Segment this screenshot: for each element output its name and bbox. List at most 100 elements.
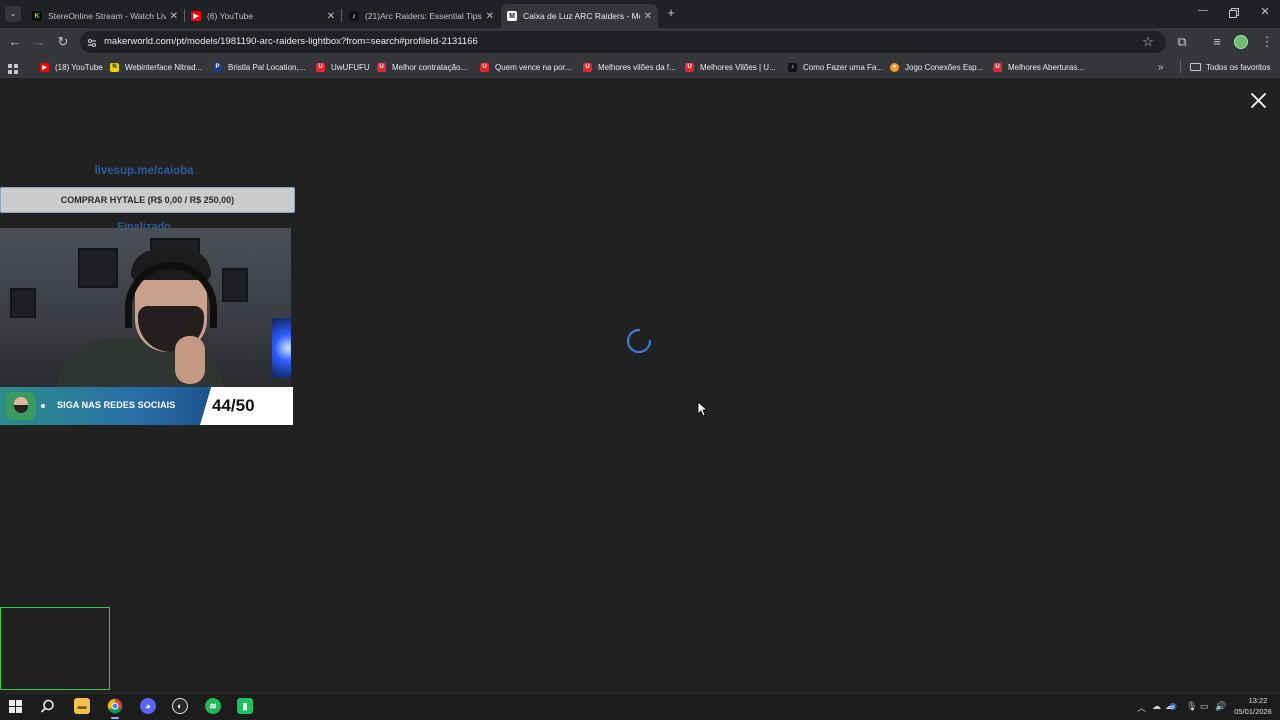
- loading-spinner-icon: [626, 328, 652, 354]
- uwufufu-icon: U: [480, 62, 489, 72]
- bookmark-item[interactable]: U Melhor contratação...: [377, 61, 467, 73]
- uwufufu-icon: U: [583, 62, 592, 72]
- bookmark-item[interactable]: ▶ (18) YouTube: [40, 61, 103, 73]
- chevron-double-right-icon: »: [1158, 61, 1164, 73]
- bookmark-star-button[interactable]: ☆: [1140, 34, 1156, 50]
- close-tab-icon[interactable]: ✕: [327, 11, 335, 22]
- bookmark-label: Melhores Aberturas...: [1008, 62, 1085, 72]
- close-tab-icon[interactable]: ✕: [170, 11, 178, 22]
- uwufufu-icon: U: [316, 62, 325, 72]
- bookmark-label: Bristla Pal Location,...: [228, 62, 306, 72]
- close-window-button[interactable]: ✕: [1258, 5, 1272, 19]
- arrow-right-icon: →: [32, 34, 46, 49]
- webcam-hand: [175, 336, 205, 384]
- overlay-frame: [0, 607, 110, 690]
- url-text[interactable]: makerworld.com/pt/models/1981190-arc-rai…: [104, 36, 478, 47]
- star-icon: ☆: [1142, 34, 1154, 49]
- bookmark-item[interactable]: U Melhores Vilões | U...: [685, 61, 776, 73]
- active-app-indicator: [111, 717, 119, 719]
- search-button[interactable]: [40, 699, 55, 714]
- webcam-shelf: [222, 268, 248, 302]
- bookmark-item[interactable]: U Melhores vilões da f...: [583, 61, 676, 73]
- youtube-icon: ▶: [40, 62, 49, 72]
- tiktok-icon: ♪: [788, 62, 797, 72]
- bookmark-label: Jogo Conexões Esp...: [905, 62, 984, 72]
- close-tab-icon[interactable]: ✕: [644, 11, 652, 22]
- tab-title: (6) YouTube: [207, 11, 253, 21]
- youtube-icon: ▶: [191, 11, 201, 21]
- webcam-shelf: [78, 248, 118, 288]
- comprar-hytale-goal-bar: COMPRAR HYTALE (R$ 0,00 / R$ 250,00): [0, 187, 295, 213]
- reload-button[interactable]: ↻: [55, 34, 71, 50]
- tab-search-button[interactable]: ⌄: [5, 6, 21, 22]
- spotify-taskbar-icon[interactable]: ≋: [205, 698, 221, 714]
- webcam-blue-light: [272, 318, 291, 378]
- search-icon: [40, 699, 54, 713]
- show-hidden-icons-button[interactable]: ︿: [1137, 701, 1146, 714]
- makerworld-icon: M: [507, 11, 517, 21]
- volume-tray-icon[interactable]: 🔊: [1215, 701, 1226, 712]
- sub-counter: 44/50: [212, 396, 255, 415]
- tab-stereonline[interactable]: K StereOnline Stream - Watch Live ✕: [26, 4, 184, 28]
- bookmark-label: UwUFUFU: [331, 62, 370, 72]
- p-icon: P: [213, 62, 222, 72]
- bookmark-item[interactable]: ● Jogo Conexões Esp...: [890, 61, 983, 73]
- bookmark-item[interactable]: P Bristla Pal Location,...: [213, 61, 305, 73]
- tab-youtube[interactable]: ▶ (6) YouTube ✕: [185, 4, 341, 28]
- bookmark-item[interactable]: U Quem vence na por...: [480, 61, 572, 73]
- bookmark-item[interactable]: ♪ Como Fazer uma Fa...: [788, 61, 883, 73]
- bookmark-item[interactable]: U Melhores Aberturas...: [993, 61, 1084, 73]
- uwufufu-icon: U: [377, 62, 386, 72]
- bookmark-label: Webinterface Nitrad...: [125, 62, 203, 72]
- discord-taskbar-icon[interactable]: ◕: [140, 698, 156, 714]
- tab-title: Caixa de Luz ARC Raiders - Mo: [523, 11, 640, 21]
- bullet-dot-icon: [41, 404, 45, 408]
- media-controls-button[interactable]: ≡: [1209, 34, 1225, 50]
- puzzle-icon: ⧉: [1177, 34, 1187, 49]
- close-icon: ✕: [1260, 6, 1270, 18]
- mouse-cursor-icon: [697, 401, 707, 417]
- restore-icon: [1229, 8, 1239, 18]
- bookmark-item[interactable]: U UwUFUFU: [316, 61, 370, 73]
- more-bookmarks-button[interactable]: »: [1158, 61, 1164, 73]
- forward-button[interactable]: →: [31, 34, 47, 50]
- onedrive-tray-icon[interactable]: ☁: [1152, 701, 1161, 712]
- webcam-feed: [0, 228, 291, 388]
- playlist-icon: ≡: [1213, 34, 1221, 49]
- tab-makerworld[interactable]: M Caixa de Luz ARC Raiders - Mo ✕: [501, 4, 658, 28]
- bookmark-label: Quem vence na por...: [495, 62, 572, 72]
- social-banner-text: SIGA NAS REDES SOCIAIS: [57, 400, 176, 410]
- social-banner: SIGA NAS REDES SOCIAIS 44/50: [0, 387, 293, 425]
- restore-button[interactable]: [1228, 6, 1240, 18]
- green-app-taskbar-icon[interactable]: ▮: [237, 698, 253, 714]
- livesup-link-text: livesup.me/caioba: [94, 165, 194, 177]
- clock-date[interactable]: 05/01/2026: [1230, 707, 1276, 716]
- microphone-tray-icon[interactable]: 🎙: [1186, 701, 1197, 712]
- all-bookmarks-button[interactable]: Todos os favoritos: [1190, 61, 1270, 73]
- minimize-button[interactable]: —: [1196, 5, 1210, 19]
- start-button[interactable]: [9, 700, 22, 713]
- chevron-down-icon: ⌄: [9, 9, 17, 18]
- bookmark-item[interactable]: N Webinterface Nitrad...: [110, 61, 202, 73]
- close-lightbox-button[interactable]: [1249, 91, 1268, 110]
- apps-icon[interactable]: [8, 61, 18, 74]
- file-explorer-taskbar-icon[interactable]: ▬: [74, 698, 90, 714]
- clock-time[interactable]: 13:22: [1240, 696, 1276, 705]
- chrome-taskbar-icon[interactable]: [107, 698, 123, 714]
- back-button[interactable]: ←: [7, 34, 23, 50]
- uwufufu-icon: U: [685, 62, 694, 72]
- extensions-button[interactable]: ⧉: [1174, 34, 1190, 50]
- bookmark-label: Melhores vilões da f...: [598, 62, 676, 72]
- network-tray-icon[interactable]: ▭: [1200, 701, 1209, 712]
- bookmark-label: Melhor contratação...: [392, 62, 468, 72]
- profile-avatar[interactable]: [1234, 35, 1248, 49]
- tab-tiktok[interactable]: ♪ (21)Arc Raiders: Essential Tips a ✕: [343, 4, 500, 28]
- steam-tray-icon[interactable]: ◉: [1169, 701, 1177, 712]
- bookmarks-separator: [1180, 60, 1181, 73]
- obs-taskbar-icon[interactable]: ◐: [172, 698, 188, 714]
- tab-title: (21)Arc Raiders: Essential Tips a: [365, 11, 482, 21]
- site-info-icon[interactable]: [86, 36, 98, 48]
- menu-button[interactable]: ⋮: [1259, 34, 1275, 50]
- new-tab-button[interactable]: +: [664, 6, 678, 20]
- close-tab-icon[interactable]: ✕: [486, 11, 494, 22]
